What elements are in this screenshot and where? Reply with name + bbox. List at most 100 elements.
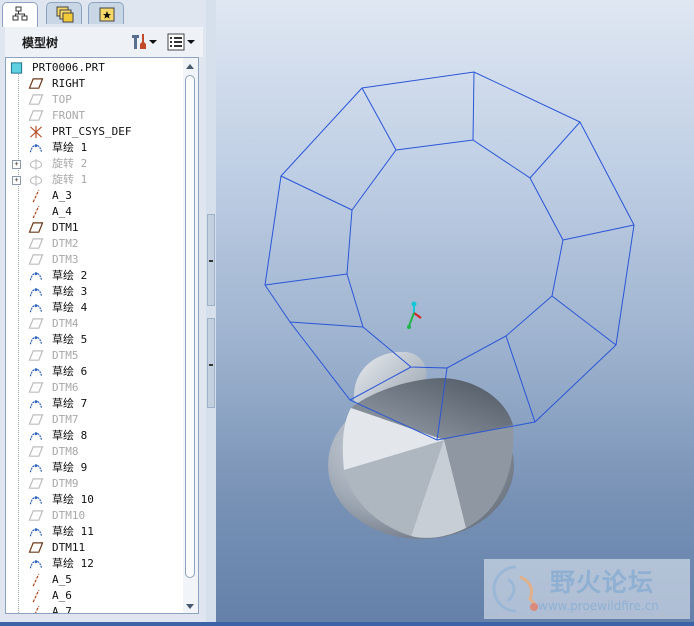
tree-item[interactable]: DTM8 [6, 444, 182, 460]
splitter-grip [209, 260, 213, 262]
tools-icon [132, 34, 146, 49]
sketch-icon [29, 144, 43, 153]
splitter-handle-bottom[interactable] [207, 318, 215, 408]
tree-item[interactable]: DTM1 [6, 220, 182, 236]
tree-item-label: A_6 [52, 589, 72, 602]
tree-item[interactable]: PRT_CSYS_DEF [6, 124, 182, 140]
tree-item-label: 草绘 11 [52, 525, 94, 538]
vertical-scrollbar[interactable] [183, 58, 198, 613]
tree-item[interactable]: FRONT [6, 108, 182, 124]
tree-show-button[interactable] [167, 32, 197, 52]
tab-favorites[interactable] [88, 2, 124, 24]
spoke-3 [529, 121, 581, 179]
scrollbar-thumb[interactable] [185, 75, 195, 578]
tree-item-label: 草绘 6 [52, 365, 88, 378]
list-view-icon [167, 33, 185, 51]
tree-item[interactable]: DTM6 [6, 380, 182, 396]
tree-item[interactable]: A_7 [6, 604, 182, 614]
tree-settings-button[interactable] [129, 32, 159, 52]
tree-item-label: A_7 [52, 605, 72, 614]
tree-item[interactable]: 草绘 7 [6, 396, 182, 412]
model-tree[interactable]: PRT0006.PRT RIGHT TOP FRONT PRT_CSYS_DEF 草绘 1… [5, 57, 199, 614]
tree-item-label: PRT0006.PRT [32, 61, 105, 74]
watermark-title: 野火论坛 [550, 568, 655, 597]
tree-item[interactable]: A_4 [6, 204, 182, 220]
tab-model-tree[interactable] [2, 2, 38, 27]
tree-item-label: DTM8 [52, 445, 79, 458]
tree-item[interactable]: RIGHT [6, 76, 182, 92]
datum-plane-icon [28, 254, 44, 265]
tree-item[interactable]: A_6 [6, 588, 182, 604]
bottom-status-bar [0, 622, 694, 626]
graphics-viewport[interactable]: 野火论坛 www.proewildfire.cn [216, 0, 694, 622]
sketch-icon [29, 528, 43, 537]
sketch-icon [29, 272, 43, 281]
scroll-up-icon[interactable] [186, 64, 194, 69]
datum-axis-icon [32, 205, 40, 219]
tree-item-label: 草绘 5 [52, 333, 88, 346]
tree-item[interactable]: A_3 [6, 188, 182, 204]
navigator-tabs [0, 0, 206, 27]
sketch-icon [29, 464, 43, 473]
sketch-icon [29, 432, 43, 441]
tree-item[interactable]: + 旋转 2 [6, 156, 182, 172]
tree-item[interactable]: DTM11 [6, 540, 182, 556]
panel-splitter[interactable] [206, 0, 216, 626]
tree-item[interactable]: TOP [6, 92, 182, 108]
datum-axis-icon [32, 589, 40, 603]
datum-plane-icon [28, 446, 44, 457]
expand-icon[interactable]: + [12, 176, 21, 185]
tree-item-label: DTM9 [52, 477, 79, 490]
datum-plane-icon [28, 110, 44, 121]
model-tree-tab-icon [12, 6, 28, 21]
tree-item[interactable]: DTM10 [6, 508, 182, 524]
tree-item[interactable]: 草绘 6 [6, 364, 182, 380]
tree-item[interactable]: A_5 [6, 572, 182, 588]
tree-item[interactable]: 草绘 10 [6, 492, 182, 508]
tree-item[interactable]: 草绘 1 [6, 140, 182, 156]
datum-plane-icon [28, 238, 44, 249]
splitter-grip [209, 364, 213, 366]
tree-item[interactable]: DTM5 [6, 348, 182, 364]
tree-item[interactable]: DTM4 [6, 316, 182, 332]
revolved-body[interactable] [328, 351, 514, 539]
tree-item[interactable]: DTM3 [6, 252, 182, 268]
tree-item[interactable]: 草绘 4 [6, 300, 182, 316]
spoke-11 [280, 175, 353, 211]
datum-plane-icon [28, 78, 44, 89]
watermark-url: www.proewildfire.cn [538, 599, 659, 613]
scroll-down-icon[interactable] [186, 604, 194, 609]
inner-decagon [346, 139, 564, 369]
tree-item[interactable]: 草绘 12 [6, 556, 182, 572]
watermark-logo-icon [492, 565, 538, 613]
tree-item[interactable]: DTM7 [6, 412, 182, 428]
tree-item-label: DTM2 [52, 237, 79, 250]
tree-item[interactable]: DTM9 [6, 476, 182, 492]
tree-item-label: 草绘 8 [52, 429, 88, 442]
datum-axis-icon [32, 189, 40, 203]
forum-watermark: 野火论坛 www.proewildfire.cn [484, 559, 690, 619]
tree-item[interactable]: 草绘 5 [6, 332, 182, 348]
tree-item[interactable]: 草绘 8 [6, 428, 182, 444]
tree-item[interactable]: PRT0006.PRT [6, 60, 182, 76]
spoke-6 [505, 335, 536, 423]
tree-item-label: PRT_CSYS_DEF [52, 125, 132, 138]
datum-plane-icon [28, 382, 44, 393]
tree-item[interactable]: 草绘 9 [6, 460, 182, 476]
expand-icon[interactable]: + [12, 160, 21, 169]
tree-item[interactable]: + 旋转 1 [6, 172, 182, 188]
tree-item[interactable]: 草绘 2 [6, 268, 182, 284]
tree-item[interactable]: 草绘 11 [6, 524, 182, 540]
tree-item-label: 草绘 3 [52, 285, 88, 298]
tree-item-label: DTM1 [52, 221, 79, 234]
datum-plane-icon [28, 318, 44, 329]
tree-item[interactable]: 草绘 3 [6, 284, 182, 300]
tree-item-label: DTM4 [52, 317, 79, 330]
spoke-4 [562, 224, 635, 241]
tree-item[interactable]: DTM2 [6, 236, 182, 252]
folder-browser-tab-icon [56, 6, 74, 23]
tree-item-label: DTM3 [52, 253, 79, 266]
tab-folder-browser[interactable] [46, 2, 82, 24]
tree-item-label: 旋转 1 [52, 173, 88, 186]
spoke-1 [361, 87, 397, 151]
